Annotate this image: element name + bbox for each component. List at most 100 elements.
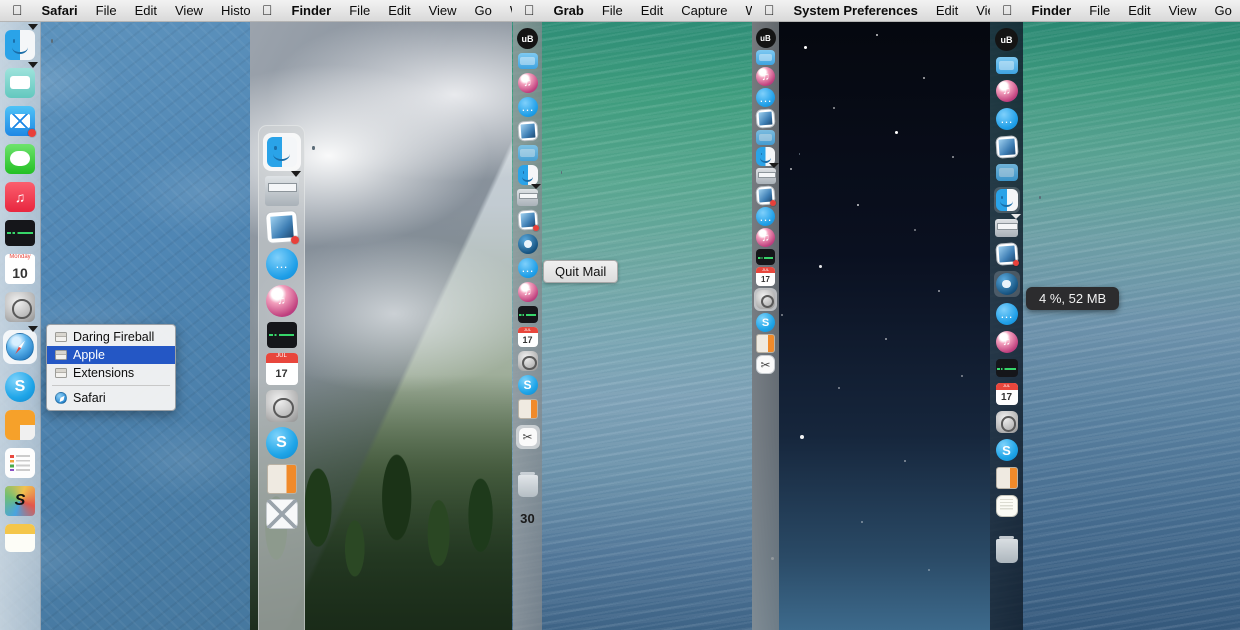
- dock-item-preview-2[interactable]: [755, 185, 776, 206]
- menu-edit[interactable]: Edit: [1119, 3, 1159, 18]
- dock-item-screen-sharing[interactable]: [517, 184, 541, 206]
- dock-item-documents[interactable]: [995, 164, 1018, 181]
- apple-menu-icon[interactable]: : [752, 3, 785, 17]
- dock-item-itunes-2[interactable]: [995, 331, 1018, 353]
- dock-item-itunes[interactable]: [995, 80, 1018, 102]
- dock-item-activity-monitor[interactable]: [517, 306, 538, 323]
- dock-item-skype[interactable]: [756, 313, 775, 332]
- menu-app-name[interactable]: Finder: [1023, 3, 1081, 18]
- dock-panel-1[interactable]: Monday 10: [0, 22, 41, 630]
- menu-window[interactable]: W: [501, 3, 512, 18]
- dock-item-activity-monitor[interactable]: [756, 249, 775, 265]
- dock-item-messages-2[interactable]: [756, 207, 775, 226]
- dock-item-itunes-2[interactable]: [517, 282, 538, 302]
- menu-app-name[interactable]: Safari: [33, 3, 87, 18]
- menu-edit[interactable]: Edit: [927, 3, 967, 18]
- menu-item-safari[interactable]: Safari: [47, 389, 175, 407]
- dock-item-itunes[interactable]: [517, 73, 538, 93]
- dock-item-activity-monitor[interactable]: [5, 220, 35, 246]
- menu-item-apple[interactable]: Apple: [47, 346, 175, 364]
- dock-item-book[interactable]: [517, 399, 538, 419]
- dock-item-finder[interactable]: [517, 165, 538, 185]
- dock-item-system-preferences[interactable]: [265, 390, 298, 422]
- dock-item-documents[interactable]: [756, 130, 775, 145]
- dock-item-messages[interactable]: [995, 108, 1018, 130]
- dock-item-messages[interactable]: [517, 97, 538, 117]
- apple-menu-icon[interactable]: : [0, 3, 33, 17]
- dock-item-skype[interactable]: [517, 375, 538, 395]
- dock-item-ublock[interactable]: uB: [995, 28, 1018, 51]
- dock-item-itunes-2[interactable]: [756, 228, 775, 247]
- dock-item-activity-monitor[interactable]: [995, 359, 1018, 377]
- apple-menu-icon[interactable]: : [512, 3, 545, 17]
- menu-view[interactable]: View: [420, 3, 466, 18]
- dock-item-screen-sharing[interactable]: [995, 214, 1021, 237]
- safari-bookmarks-menu[interactable]: Daring Fireball Apple Extensions Safari: [46, 324, 176, 411]
- dock-panel-4[interactable]: uB JUL 17: [752, 22, 779, 630]
- dock-item-reminders[interactable]: [5, 448, 35, 478]
- dock-item-ublock[interactable]: uB: [755, 28, 776, 48]
- dock-item-calendar[interactable]: JUL 17: [517, 327, 538, 347]
- dock-item-finder[interactable]: [5, 24, 38, 60]
- dock-item-mail[interactable]: [5, 106, 36, 137]
- dock-item-folder[interactable]: [517, 53, 538, 69]
- menu-file[interactable]: File: [340, 3, 379, 18]
- dock-item-documents[interactable]: [517, 145, 538, 161]
- menu-go[interactable]: Go: [466, 3, 501, 18]
- dock-item-itunes[interactable]: [265, 285, 298, 317]
- menu-view[interactable]: Vie: [967, 3, 990, 18]
- dock-panel-5[interactable]: uB JUL 17: [990, 22, 1023, 630]
- dock-item-stickies[interactable]: [995, 495, 1018, 517]
- dock-item-preview[interactable]: [755, 108, 776, 129]
- menu-item-daring-fireball[interactable]: Daring Fireball: [47, 328, 175, 346]
- apple-menu-icon[interactable]: : [990, 3, 1023, 17]
- dock-item-preview[interactable]: [264, 209, 299, 245]
- dock-item-messages[interactable]: [756, 88, 775, 107]
- dock-item-grab[interactable]: [756, 355, 775, 374]
- menu-view[interactable]: View: [1160, 3, 1206, 18]
- dock-item-sketch[interactable]: [5, 486, 35, 516]
- dock-item-messages-2[interactable]: [517, 258, 538, 278]
- dock-panel-2[interactable]: JUL 17: [258, 125, 305, 630]
- dock-item-system-preferences[interactable]: [995, 411, 1018, 433]
- menu-app-name[interactable]: System Preferences: [785, 3, 927, 18]
- dock-item-preview-2[interactable]: [516, 209, 539, 231]
- dock-item-calendar[interactable]: Monday 10: [5, 254, 35, 284]
- dock-item-system-preferences[interactable]: [754, 288, 777, 311]
- dock-panel-3[interactable]: uB JUL 17 30: [513, 22, 542, 630]
- dock-item-activity-monitor[interactable]: [266, 322, 297, 348]
- menu-go[interactable]: Go: [1206, 3, 1240, 18]
- dock-item-quicktime[interactable]: [517, 234, 538, 254]
- menu-file[interactable]: File: [87, 3, 126, 18]
- dock-item-calendar[interactable]: JUL 17: [995, 383, 1018, 405]
- dock-item-itunes[interactable]: [756, 67, 775, 86]
- dock-item-finder[interactable]: [262, 133, 301, 171]
- dock-item-calendar[interactable]: JUL 17: [756, 267, 775, 286]
- dock-item-book[interactable]: [995, 467, 1018, 489]
- dock-item-safari[interactable]: [3, 326, 38, 364]
- menu-item-extensions[interactable]: Extensions: [47, 364, 175, 382]
- menu-app-name[interactable]: Finder: [283, 3, 341, 18]
- dock-item-preview-2[interactable]: [994, 242, 1019, 266]
- dock-item-screen-sharing[interactable]: [755, 163, 779, 184]
- dock-item-system-preferences[interactable]: [5, 292, 35, 322]
- menu-capture[interactable]: Capture: [672, 3, 736, 18]
- dock-item-calculator[interactable]: [5, 410, 35, 440]
- dock-item-ublock[interactable]: uB: [517, 28, 538, 49]
- menu-file[interactable]: File: [1080, 3, 1119, 18]
- menu-view[interactable]: View: [166, 3, 212, 18]
- dock-item-screen-sharing[interactable]: [5, 62, 38, 98]
- dock-item-preview[interactable]: [516, 120, 539, 142]
- dock-item-trash[interactable]: [517, 472, 538, 497]
- dock-item-mail[interactable]: [265, 499, 298, 529]
- menu-edit[interactable]: Edit: [632, 3, 672, 18]
- dock-item-skype[interactable]: [265, 427, 298, 459]
- dock-item-finder[interactable]: [993, 187, 1020, 213]
- apple-menu-icon[interactable]: : [250, 3, 283, 17]
- dock-item-preview[interactable]: [994, 135, 1019, 159]
- dock-item-quicktime[interactable]: [993, 271, 1020, 297]
- dock-item-skype[interactable]: [5, 372, 35, 402]
- menu-edit[interactable]: Edit: [379, 3, 419, 18]
- dock-item-book[interactable]: [266, 464, 297, 494]
- menu-file[interactable]: File: [593, 3, 632, 18]
